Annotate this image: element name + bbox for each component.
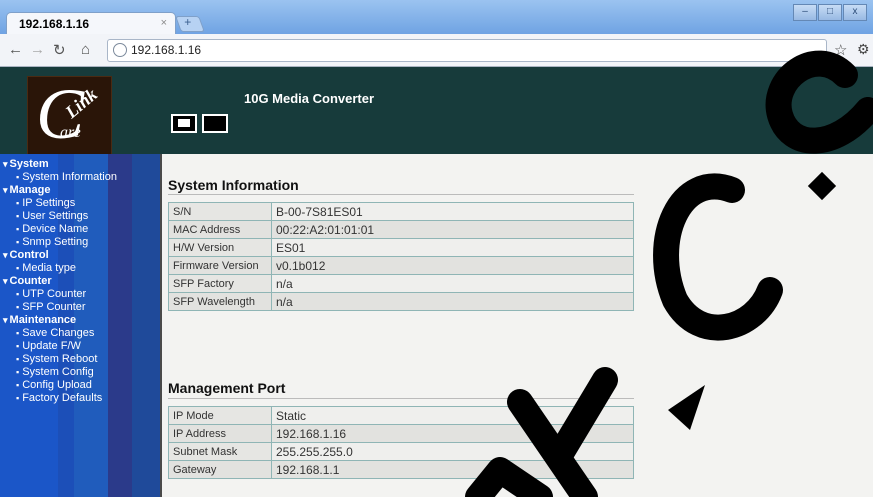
nav-item-save-changes[interactable]: Save Changes xyxy=(3,327,117,340)
linkcare-logo: C Link are xyxy=(27,76,112,155)
nav-item-factory-defaults[interactable]: Factory Defaults xyxy=(3,392,117,405)
management-port-table: IP Mode Static IP Address 192.168.1.16 Sub… xyxy=(168,406,634,479)
row-value: 192.168.1.16 xyxy=(271,424,634,443)
browser-toolbar: ← → ↻ ⌂ 192.168.1.16 ☆ ⚙ xyxy=(0,34,873,67)
nav-item-ip-settings[interactable]: IP Settings xyxy=(3,197,117,210)
page-header: C Link are 10G Media Converter xyxy=(0,67,873,155)
table-row: S/N B-00-7S81ES01 xyxy=(168,202,634,221)
nav-item-user-settings[interactable]: User Settings xyxy=(3,210,117,223)
address-text: 192.168.1.16 xyxy=(131,43,202,57)
nav-item-device-name[interactable]: Device Name xyxy=(3,223,117,236)
table-row: Gateway 192.168.1.1 xyxy=(168,460,634,479)
settings-wrench-icon[interactable]: ⚙ xyxy=(857,41,870,58)
new-tab-button[interactable]: + xyxy=(175,15,205,32)
nav-section-counter[interactable]: Counter xyxy=(3,275,117,288)
nav-item-config-upload[interactable]: Config Upload xyxy=(3,379,117,392)
row-value: 255.255.255.0 xyxy=(271,442,634,461)
home-icon[interactable]: ⌂ xyxy=(81,41,90,58)
row-value: B-00-7S81ES01 xyxy=(271,202,634,221)
row-label: SFP Wavelength xyxy=(168,292,272,311)
system-info-title: System Information xyxy=(168,177,299,193)
nav-item-utp-counter[interactable]: UTP Counter xyxy=(3,288,117,301)
nav-item-system-information[interactable]: System Information xyxy=(3,171,117,184)
table-row: IP Address 192.168.1.16 xyxy=(168,424,634,443)
nav-item-sfp-counter[interactable]: SFP Counter xyxy=(3,301,117,314)
browser-tab[interactable]: 192.168.1.16 × xyxy=(6,12,176,36)
table-row: MAC Address 00:22:A2:01:01:01 xyxy=(168,220,634,239)
sidebar: System System Information Manage IP Sett… xyxy=(0,154,160,497)
nav-section-maintenance[interactable]: Maintenance xyxy=(3,314,117,327)
tab-close-icon[interactable]: × xyxy=(161,17,167,29)
row-label: IP Mode xyxy=(168,406,272,425)
plus-icon: + xyxy=(184,15,192,29)
rj45-port-icon xyxy=(171,114,197,133)
table-row: SFP Wavelength n/a xyxy=(168,292,634,311)
row-label: Subnet Mask xyxy=(168,442,272,461)
page-globe-icon xyxy=(113,43,127,57)
main-content: System Information S/N B-00-7S81ES01 MAC … xyxy=(160,154,873,497)
nav-section-control[interactable]: Control xyxy=(3,249,117,262)
system-info-table: S/N B-00-7S81ES01 MAC Address 00:22:A2:01:… xyxy=(168,202,634,311)
nav-item-system-reboot[interactable]: System Reboot xyxy=(3,353,117,366)
row-value: v0.1b012 xyxy=(271,256,634,275)
table-row: Subnet Mask 255.255.255.0 xyxy=(168,442,634,461)
row-value: 192.168.1.1 xyxy=(271,460,634,479)
row-value: n/a xyxy=(271,292,634,311)
nav-item-snmp-setting[interactable]: Snmp Setting xyxy=(3,236,117,249)
address-bar[interactable]: 192.168.1.16 xyxy=(107,39,827,62)
sfp-port-icon xyxy=(202,114,228,133)
row-value: ES01 xyxy=(271,238,634,257)
table-row: IP Mode Static xyxy=(168,406,634,425)
management-port-title: Management Port xyxy=(168,380,286,396)
window-controls: – □ x xyxy=(793,4,867,21)
product-name: 10G Media Converter xyxy=(244,91,375,106)
reload-icon[interactable]: ↻ xyxy=(53,41,66,59)
row-label: MAC Address xyxy=(168,220,272,239)
row-value: n/a xyxy=(271,274,634,293)
nav-item-system-config[interactable]: System Config xyxy=(3,366,117,379)
nav-section-manage[interactable]: Manage xyxy=(3,184,117,197)
table-row: SFP Factory n/a xyxy=(168,274,634,293)
close-window-button[interactable]: x xyxy=(843,4,867,21)
bookmark-star-icon[interactable]: ☆ xyxy=(834,41,847,59)
row-label: Gateway xyxy=(168,460,272,479)
divider xyxy=(168,398,634,399)
maximize-button[interactable]: □ xyxy=(818,4,842,21)
minimize-button[interactable]: – xyxy=(793,4,817,21)
row-label: SFP Factory xyxy=(168,274,272,293)
sidebar-nav: System System Information Manage IP Sett… xyxy=(3,158,117,405)
nav-section-system[interactable]: System xyxy=(3,158,117,171)
row-label: H/W Version xyxy=(168,238,272,257)
forward-arrow-icon[interactable]: → xyxy=(30,41,45,58)
divider xyxy=(168,194,634,195)
row-value: 00:22:A2:01:01:01 xyxy=(271,220,634,239)
browser-titlebar: 192.168.1.16 × + – □ x xyxy=(0,0,873,36)
back-arrow-icon[interactable]: ← xyxy=(8,41,23,58)
table-row: H/W Version ES01 xyxy=(168,238,634,257)
tab-title: 192.168.1.16 xyxy=(19,17,90,31)
nav-item-update-fw[interactable]: Update F/W xyxy=(3,340,117,353)
nav-item-media-type[interactable]: Media type xyxy=(3,262,117,275)
row-label: Firmware Version xyxy=(168,256,272,275)
row-label: S/N xyxy=(168,202,272,221)
row-value: Static xyxy=(271,406,634,425)
table-row: Firmware Version v0.1b012 xyxy=(168,256,634,275)
row-label: IP Address xyxy=(168,424,272,443)
